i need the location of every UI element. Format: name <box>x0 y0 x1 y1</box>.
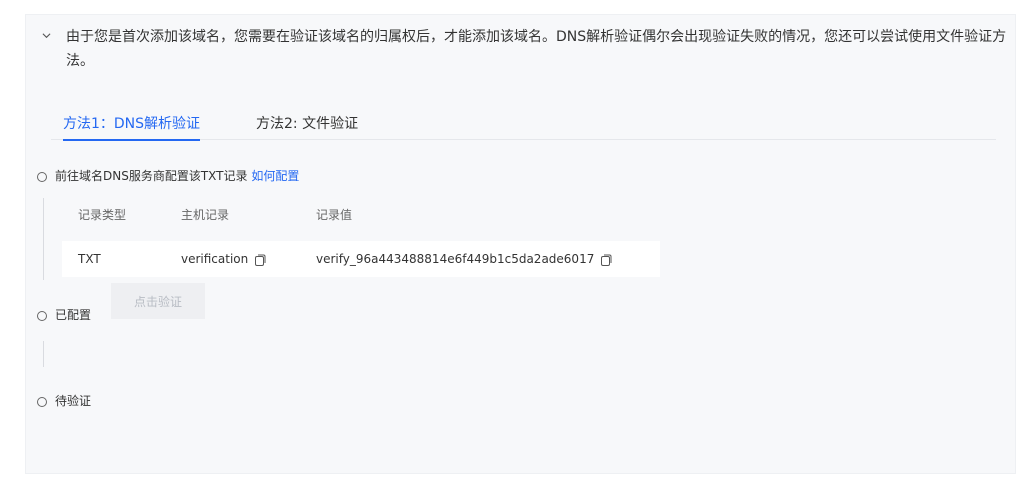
record-value-text: verify_96a443488814e6f449b1c5da2ade6017 <box>316 252 595 266</box>
host-record-text: verification <box>181 252 249 266</box>
txt-record-table: 记录类型 主机记录 记录值 TXT verification verify_96… <box>62 200 660 277</box>
how-to-configure-link[interactable]: 如何配置 <box>251 169 299 183</box>
header-record-type: 记录类型 <box>78 208 127 222</box>
step-indicator-icon <box>37 172 47 182</box>
cell-record-value: verify_96a443488814e6f449b1c5da2ade6017 <box>316 241 612 277</box>
step-indicator-icon <box>37 397 47 407</box>
step-configure-label: 前往域名DNS服务商配置该TXT记录 <box>55 169 248 183</box>
header-record-value: 记录值 <box>316 208 353 222</box>
step-connector <box>43 341 44 367</box>
table-row: TXT verification verify_96a443488814e6f4… <box>62 241 660 277</box>
step-indicator-icon <box>37 311 47 321</box>
copy-icon[interactable] <box>254 254 266 266</box>
step-pending: 待验证 <box>37 393 91 409</box>
tab-dns-verification[interactable]: 方法1：DNS解析验证 <box>63 115 201 141</box>
verification-notice: 由于您是首次添加该域名，您需要在验证该域名的归属权后，才能添加该域名。DNS解析… <box>42 25 1014 73</box>
cell-record-type: TXT <box>78 252 101 266</box>
method-tabs: 方法1：DNS解析验证 方法2: 文件验证 <box>51 115 996 141</box>
step-connector <box>43 198 44 280</box>
tab-file-verification[interactable]: 方法2: 文件验证 <box>256 115 358 139</box>
step-pending-label: 待验证 <box>55 394 92 408</box>
step-configure: 前往域名DNS服务商配置该TXT记录 如何配置 <box>37 168 299 184</box>
click-verify-button[interactable]: 点击验证 <box>111 283 205 319</box>
header-host-record: 主机记录 <box>181 208 230 222</box>
cell-host-record: verification <box>181 241 266 277</box>
copy-icon[interactable] <box>600 254 612 266</box>
notice-text: 由于您是首次添加该域名，您需要在验证该域名的归属权后，才能添加该域名。DNS解析… <box>66 29 1007 69</box>
step-configured: 已配置 <box>37 307 91 323</box>
chevron-down-icon[interactable] <box>42 31 51 40</box>
step-configured-label: 已配置 <box>55 308 92 322</box>
table-header: 记录类型 主机记录 记录值 <box>62 200 660 230</box>
